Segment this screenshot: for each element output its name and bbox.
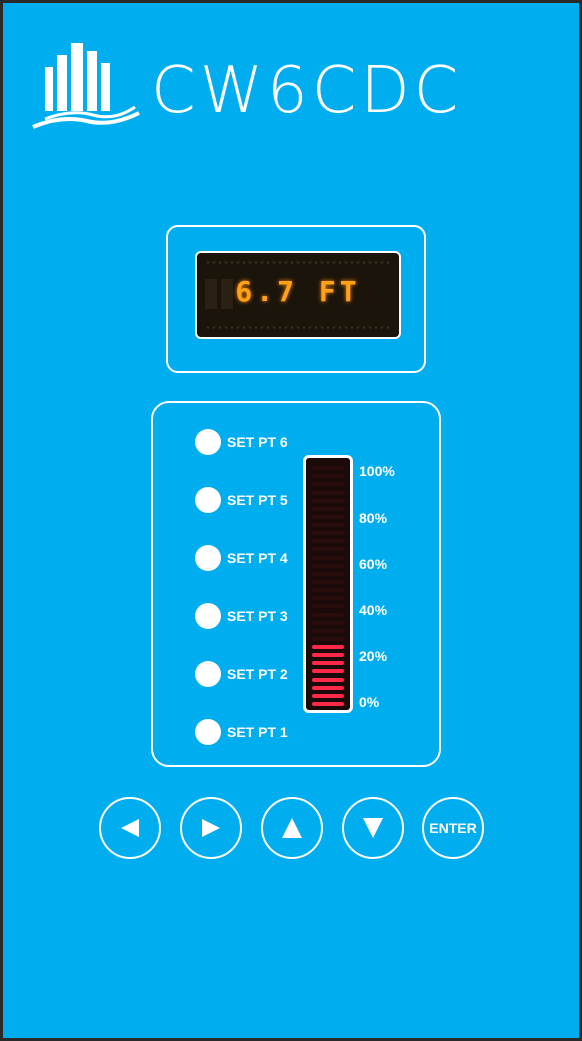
bargraph-segment <box>312 531 344 536</box>
bargraph-segment <box>312 685 344 690</box>
setpoint-row: SET PT 6 <box>195 427 288 457</box>
setpoint-label: SET PT 5 <box>227 492 288 508</box>
down-button[interactable] <box>342 797 404 859</box>
scale-label-80: 80% <box>359 510 388 526</box>
setpoint-3-led <box>195 603 221 629</box>
bargraph-segment <box>312 580 344 584</box>
setpoint-2-led <box>195 661 221 687</box>
bargraph-segment <box>312 555 344 560</box>
right-button[interactable] <box>180 797 242 859</box>
right-arrow-icon <box>202 819 220 837</box>
bargraph-segment <box>312 604 344 609</box>
down-arrow-icon <box>363 818 383 838</box>
setpoint-6-led <box>195 429 221 455</box>
bargraph-segment <box>312 669 344 674</box>
bargraph-segment <box>312 466 344 471</box>
setpoint-1-led <box>195 719 221 745</box>
level-reading: 6.7 FT <box>235 275 361 308</box>
scale-label-0: 0% <box>359 694 380 710</box>
setpoint-label: SET PT 3 <box>227 608 288 624</box>
bargraph-segment <box>312 563 344 568</box>
bargraph-segment <box>312 620 344 625</box>
up-arrow-icon <box>282 818 302 838</box>
bargraph-segment <box>312 498 344 503</box>
setpoint-label: SET PT 4 <box>227 550 288 566</box>
city-buildings-wave-icon <box>32 43 140 129</box>
setpoint-row: SET PT 1 <box>195 717 288 747</box>
brand-name: CW6CDC <box>151 54 463 128</box>
setpoint-row: SET PT 3 <box>195 601 288 631</box>
display-dot-row <box>205 326 391 329</box>
setpoint-label: SET PT 1 <box>227 724 288 740</box>
bargraph-segment <box>312 506 344 511</box>
setpoint-label: SET PT 6 <box>227 434 288 450</box>
bargraph-segment <box>312 514 344 519</box>
setpoint-5-led <box>195 487 221 513</box>
up-button[interactable] <box>261 797 323 859</box>
bargraph-segment <box>312 645 344 650</box>
scale-label-20: 20% <box>359 648 388 664</box>
setpoint-row: SET PT 2 <box>195 659 288 689</box>
bargraph-segment <box>312 636 344 641</box>
enter-label: ENTER <box>429 820 477 836</box>
controller-panel: CW6CDC 6.7 FT SET PT 6 SET PT 5 SET PT 4… <box>0 0 582 1041</box>
digital-display: 6.7 FT <box>195 251 401 339</box>
display-frame: 6.7 FT <box>166 225 426 373</box>
level-bargraph <box>303 455 353 713</box>
bargraph-segment <box>312 653 344 658</box>
setpoint-row: SET PT 5 <box>195 485 288 515</box>
left-arrow-icon <box>121 819 139 837</box>
scale-label-40: 40% <box>359 602 388 618</box>
left-button[interactable] <box>99 797 161 859</box>
scale-label-60: 60% <box>359 556 388 572</box>
enter-button[interactable]: ENTER <box>422 797 484 859</box>
bargraph-segment <box>312 482 344 487</box>
setpoint-label: SET PT 2 <box>227 666 288 682</box>
bargraph-segment <box>312 677 344 682</box>
setpoint-bargraph-frame: SET PT 6 SET PT 5 SET PT 4 SET PT 3 SET … <box>151 401 441 767</box>
display-dot-row <box>205 261 391 264</box>
bargraph-segment <box>312 588 344 593</box>
bargraph-segment <box>312 571 344 576</box>
bargraph-segment <box>312 474 344 479</box>
bargraph-segment <box>312 702 344 706</box>
bargraph-segment <box>312 523 344 528</box>
bargraph-segment <box>312 628 344 633</box>
bargraph-segment <box>312 490 344 495</box>
bargraph-segment <box>312 547 344 552</box>
setpoint-row: SET PT 4 <box>195 543 288 573</box>
scale-label-100: 100% <box>359 463 395 479</box>
bargraph-segment <box>312 693 344 698</box>
bargraph-segment <box>312 661 344 666</box>
bargraph-segment <box>312 596 344 601</box>
bargraph-segment <box>312 612 344 617</box>
bargraph-segment <box>312 539 344 544</box>
setpoint-4-led <box>195 545 221 571</box>
